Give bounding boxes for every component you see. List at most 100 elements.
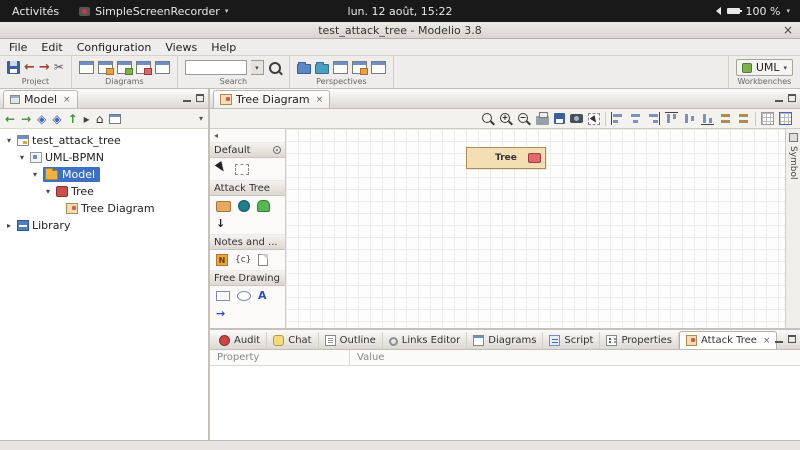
symbol-sidebar[interactable]: Symbol <box>785 129 800 328</box>
tree-row-project[interactable]: ▾ test_attack_tree <box>0 132 208 149</box>
and-gate-tool-icon[interactable] <box>238 200 250 212</box>
expander-icon[interactable]: ▾ <box>43 187 53 196</box>
pin-icon[interactable] <box>273 146 281 154</box>
nav-related-prev-icon[interactable]: ◈ <box>37 113 46 125</box>
link-tool-icon[interactable]: ↓ <box>216 218 225 230</box>
tab-script[interactable]: Script <box>543 332 601 349</box>
tree-row-tree[interactable]: ▾ Tree <box>0 183 208 200</box>
palette-section-attack-tree[interactable]: Attack Tree <box>210 180 285 196</box>
menu-views[interactable]: Views <box>158 41 204 54</box>
perspective-folder-alt-icon[interactable] <box>314 62 329 74</box>
selected-tree-item[interactable]: Model <box>43 167 101 182</box>
tab-properties[interactable]: Properties <box>600 332 679 349</box>
tab-model[interactable]: Model × <box>3 90 78 108</box>
align-top-icon[interactable] <box>665 112 678 125</box>
perspective-modeling-icon[interactable] <box>332 61 348 74</box>
tab-diagrams[interactable]: Diagrams <box>467 332 544 349</box>
snap-to-grid-icon[interactable] <box>779 112 792 125</box>
new-diagram-icon[interactable] <box>97 61 114 75</box>
show-grid-icon[interactable] <box>761 112 774 125</box>
cut-icon[interactable]: ✂ <box>54 61 64 74</box>
expander-icon[interactable]: ▾ <box>17 153 27 162</box>
palette-collapse[interactable]: ◂ <box>210 129 285 142</box>
tree-row-tree-diagram[interactable]: Tree Diagram <box>0 200 208 217</box>
sequence-diagram-icon[interactable] <box>116 61 133 75</box>
marquee-tool-icon[interactable] <box>235 163 249 175</box>
perspective-full-icon[interactable] <box>370 61 386 74</box>
maximize-icon[interactable] <box>196 94 204 102</box>
same-width-icon[interactable] <box>737 112 750 125</box>
save-project-icon[interactable] <box>7 61 20 74</box>
same-size-icon[interactable] <box>719 112 732 125</box>
view-menu-icon[interactable]: ▾ <box>199 114 203 123</box>
ellipse-tool-icon[interactable] <box>237 291 251 301</box>
print-icon[interactable] <box>536 111 549 125</box>
usecase-diagram-icon[interactable] <box>135 61 152 75</box>
column-value[interactable]: Value <box>350 350 800 365</box>
palette-section-notes[interactable]: Notes and ... <box>210 234 285 250</box>
nav-related-next-icon[interactable]: ◈ <box>52 113 61 125</box>
align-right-icon[interactable] <box>647 112 660 125</box>
tree-root-tool-icon[interactable] <box>216 200 231 212</box>
save-diagram-icon[interactable] <box>554 113 565 124</box>
document-tool-icon[interactable] <box>258 254 269 266</box>
palette-section-default[interactable]: Default <box>210 142 285 158</box>
nav-forward-icon[interactable]: → <box>21 113 31 125</box>
text-tool-icon[interactable]: A <box>258 290 267 302</box>
expander-icon[interactable]: ▾ <box>4 136 14 145</box>
tab-links-editor[interactable]: Links Editor <box>383 332 468 349</box>
redo-icon[interactable]: → <box>39 61 50 74</box>
show-diagrams-icon[interactable] <box>109 113 122 124</box>
system-tray[interactable]: 100 % ▾ <box>712 5 800 18</box>
select-tool-icon[interactable] <box>214 160 230 178</box>
matrix-diagram-icon[interactable] <box>154 61 170 74</box>
expander-icon[interactable]: ▾ <box>30 170 40 179</box>
zoom-in-icon[interactable]: + <box>500 112 513 126</box>
selection-mode-icon[interactable] <box>588 112 600 125</box>
perspective-diagram-icon[interactable] <box>351 61 368 75</box>
column-property[interactable]: Property <box>210 350 350 365</box>
maximize-icon[interactable] <box>788 94 796 102</box>
home-icon[interactable]: ⌂ <box>96 113 104 125</box>
align-left-icon[interactable] <box>611 112 624 125</box>
palette-section-free-drawing[interactable]: Free Drawing <box>210 270 285 286</box>
maximize-icon[interactable] <box>788 335 796 343</box>
align-middle-icon[interactable] <box>683 112 696 125</box>
search-input[interactable] <box>184 60 247 75</box>
minimize-icon[interactable] <box>775 335 783 343</box>
diagram-canvas[interactable]: Tree <box>286 129 785 328</box>
expander-icon[interactable]: ▸ <box>4 221 14 230</box>
tree-row-library[interactable]: ▸ Library <box>0 217 208 234</box>
constraint-tool-icon[interactable]: {c} <box>235 254 251 266</box>
app-indicator[interactable]: SimpleScreenRecorder ▾ <box>71 0 236 22</box>
tree-root-node[interactable]: Tree <box>466 147 546 169</box>
tab-attack-tree[interactable]: Attack Tree × <box>678 331 778 349</box>
tab-audit[interactable]: Audit <box>213 332 268 349</box>
search-icon[interactable] <box>268 61 282 75</box>
snapshot-icon[interactable] <box>570 114 583 123</box>
nav-up-icon[interactable]: ↑ <box>68 113 78 125</box>
close-icon[interactable]: × <box>763 336 771 346</box>
menu-help[interactable]: Help <box>204 41 243 54</box>
activities-button[interactable]: Activités <box>0 0 71 22</box>
class-diagram-icon[interactable] <box>78 61 94 74</box>
close-icon[interactable]: × <box>316 95 324 105</box>
tree-row-model[interactable]: ▾ Model <box>0 166 208 183</box>
tree-row-uml-bpmn[interactable]: ▾ UML-BPMN <box>0 149 208 166</box>
or-gate-tool-icon[interactable] <box>257 200 270 212</box>
align-center-icon[interactable] <box>629 112 642 125</box>
properties-table-body[interactable] <box>210 366 800 440</box>
menu-edit[interactable]: Edit <box>34 41 69 54</box>
zoom-fit-icon[interactable] <box>482 112 495 126</box>
undo-icon[interactable]: ← <box>24 61 35 74</box>
perspective-folder-icon[interactable] <box>296 62 311 74</box>
rectangle-tool-icon[interactable] <box>216 291 230 301</box>
menu-configuration[interactable]: Configuration <box>70 41 159 54</box>
tab-tree-diagram[interactable]: Tree Diagram × <box>213 90 331 108</box>
minimize-icon[interactable] <box>775 94 783 102</box>
window-close-button[interactable]: × <box>783 22 793 38</box>
close-icon[interactable]: × <box>63 95 71 105</box>
workbench-selector[interactable]: UML ▾ <box>735 59 793 76</box>
search-history-dropdown[interactable]: ▾ <box>250 60 264 75</box>
tab-outline[interactable]: Outline <box>319 332 383 349</box>
